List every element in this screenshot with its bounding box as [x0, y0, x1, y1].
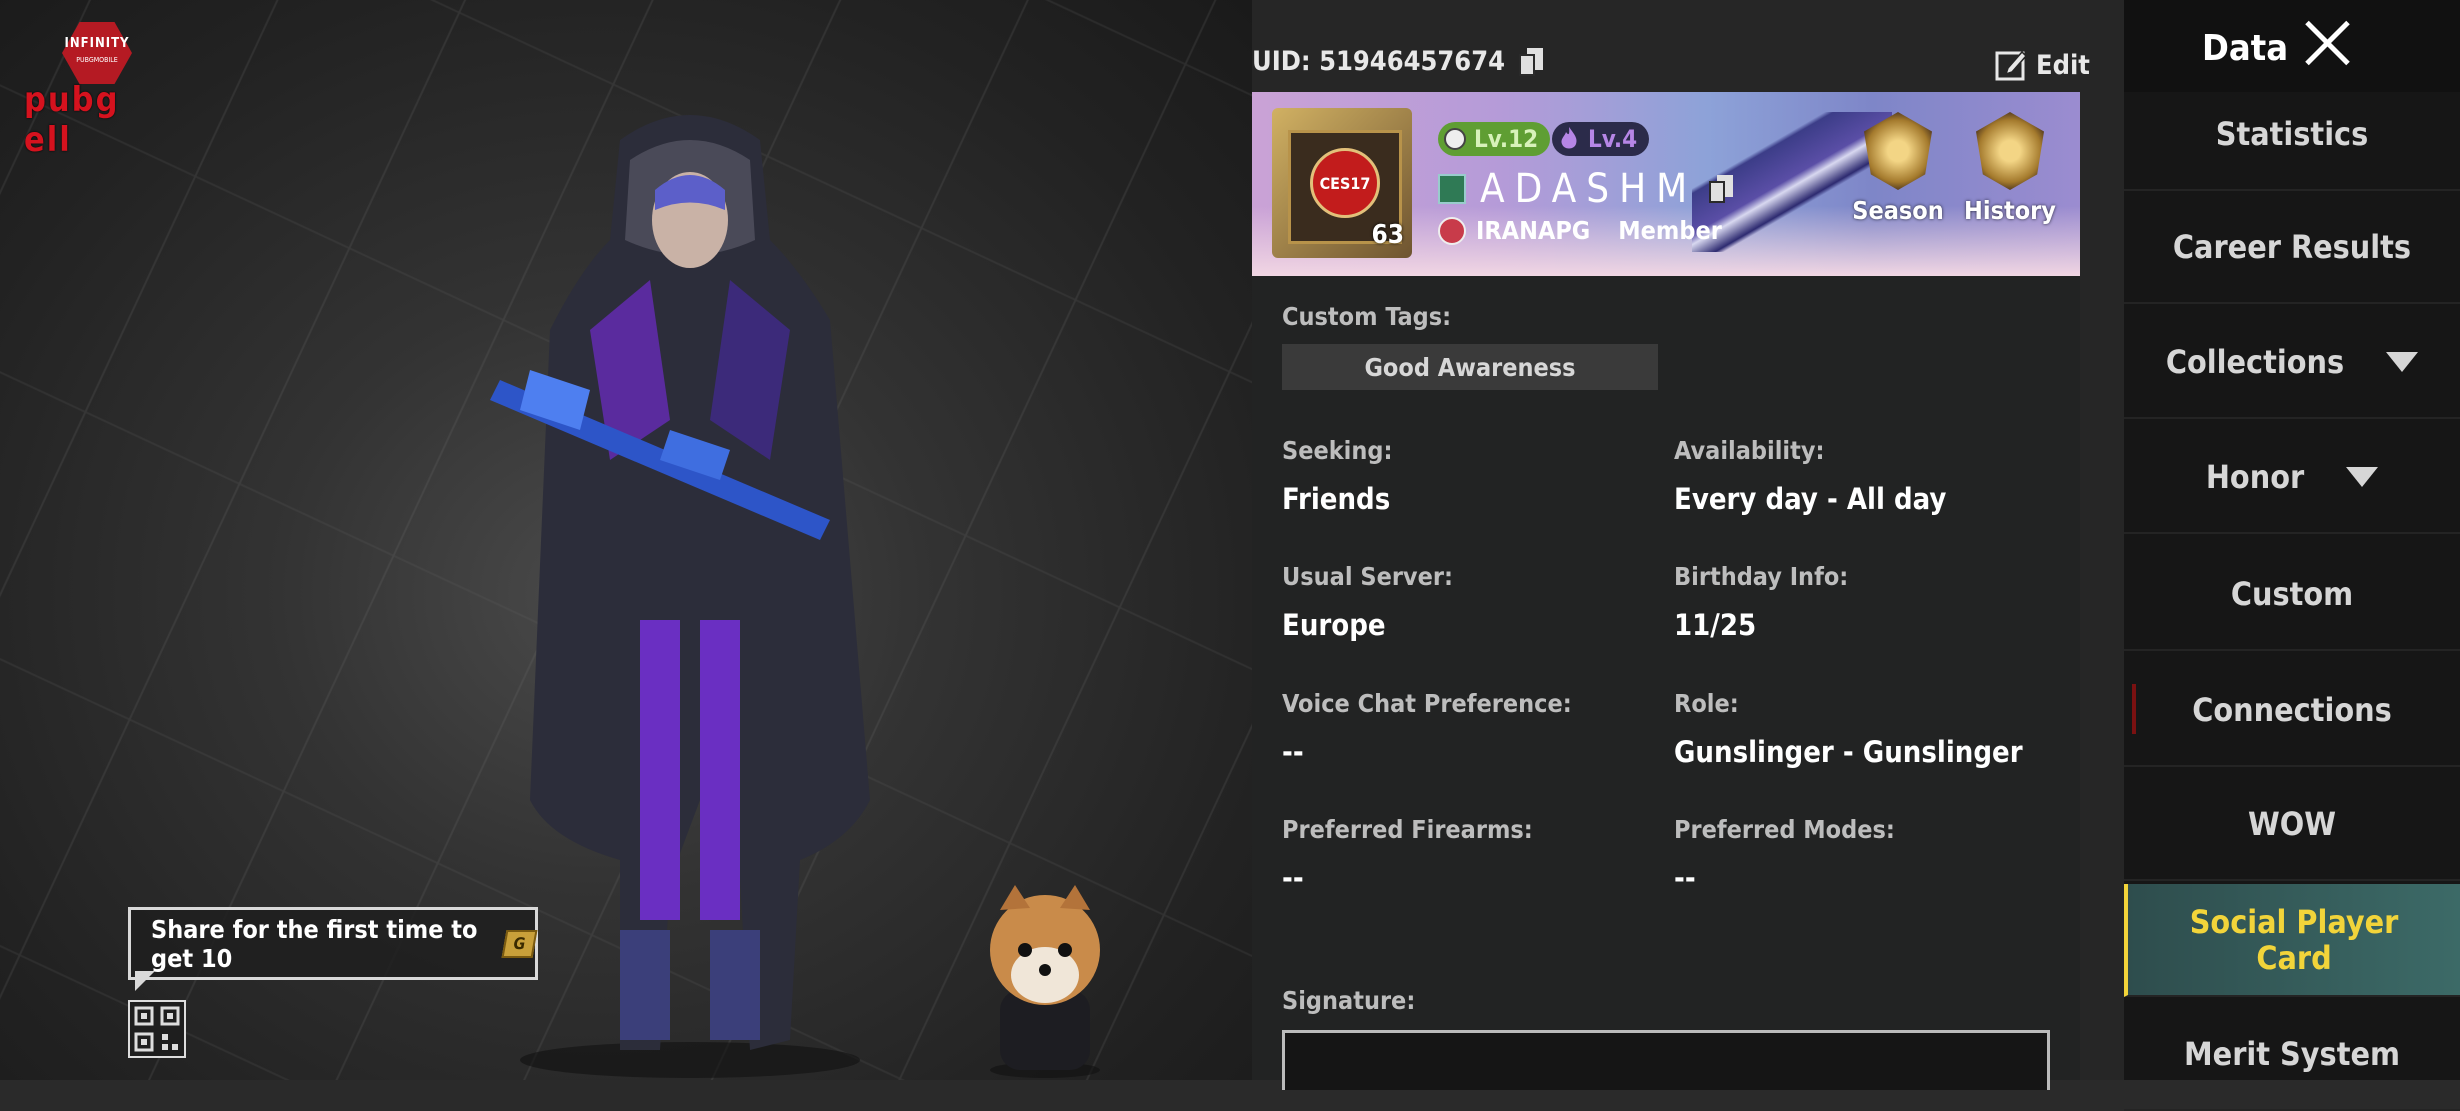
- chevron-down-icon: [2386, 351, 2419, 372]
- menu-item-career-results[interactable]: Career Results: [2124, 191, 2460, 304]
- history-medal-icon: [1976, 112, 2044, 190]
- avatar-frame[interactable]: CES17 63: [1272, 108, 1412, 258]
- voice-chat-label: Voice Chat Preference:: [1282, 689, 1572, 718]
- clan-icon: [1438, 216, 1466, 245]
- seeking-label: Seeking:: [1282, 436, 1393, 465]
- player-name: ADASHM: [1480, 166, 1698, 212]
- server-value: Europe: [1282, 608, 1386, 642]
- role-label: Role:: [1674, 689, 1739, 718]
- uid-text: UID: 51946457674: [1252, 46, 1506, 77]
- clan-role: Member: [1618, 216, 1722, 245]
- signature-field[interactable]: [1282, 1030, 2050, 1090]
- panel-gutter: [2080, 92, 2124, 1080]
- qr-code-icon[interactable]: [128, 1000, 186, 1058]
- custom-tag: Good Awareness: [1282, 344, 1658, 390]
- seeking-value: Friends: [1282, 482, 1391, 516]
- menu-item-connections[interactable]: Connections: [2124, 654, 2460, 767]
- player-rank-icon: [1438, 174, 1466, 204]
- menu-item-merit-system[interactable]: Merit System: [2124, 998, 2460, 1111]
- role-value: Gunslinger - Gunslinger: [1674, 735, 2023, 769]
- character-scene: INFINITY PUBGMOBILE pubg ell Share for t…: [0, 0, 1252, 1080]
- season-button[interactable]: Season: [1848, 112, 1948, 225]
- edit-label: Edit: [2036, 49, 2090, 81]
- menu-item-social-player-card[interactable]: Social Player Card: [2124, 884, 2460, 997]
- share-reward-text: Share for the first time to get 10: [151, 914, 478, 973]
- copy-icon[interactable]: [1519, 47, 1544, 76]
- edit-button[interactable]: Edit: [1994, 48, 2090, 82]
- frame-level: 63: [1371, 220, 1404, 250]
- menu-title: Data: [2202, 28, 2289, 69]
- chevron-down-icon: [2346, 466, 2379, 487]
- signature-label: Signature:: [1282, 986, 1416, 1015]
- menu-item-honor[interactable]: Honor: [2124, 421, 2460, 534]
- voice-chat-value: --: [1282, 735, 1304, 769]
- modes-label: Preferred Modes:: [1674, 815, 1895, 844]
- profile-banner: CES17 63 Lv.12 Lv.4 ADASHM IRANAPG Membe…: [1252, 92, 2080, 276]
- menu-item-wow[interactable]: WOW: [2124, 768, 2460, 881]
- server-label: Usual Server:: [1282, 562, 1453, 591]
- firearms-label: Preferred Firearms:: [1282, 815, 1533, 844]
- profile-panel: CES17 63 Lv.12 Lv.4 ADASHM IRANAPG Membe…: [1252, 92, 2080, 1090]
- modes-value: --: [1674, 861, 1696, 895]
- share-reward-tooltip[interactable]: Share for the first time to get 10 G: [128, 907, 538, 991]
- season-medal-icon: [1864, 112, 1932, 190]
- copy-name-icon[interactable]: [1709, 175, 1734, 203]
- uid-row: UID: 51946457674: [1252, 46, 1544, 77]
- availability-label: Availability:: [1674, 436, 1825, 465]
- menu-item-statistics[interactable]: Statistics: [2124, 78, 2460, 191]
- clan-name: IRANAPG: [1476, 216, 1591, 245]
- close-icon[interactable]: [2302, 18, 2352, 68]
- coin-icon: G: [501, 929, 538, 958]
- menu-item-custom[interactable]: Custom: [2124, 538, 2460, 651]
- frame-emblem: CES17: [1310, 148, 1380, 218]
- flame-icon: [1561, 127, 1577, 149]
- clan-row[interactable]: IRANAPG Member: [1438, 216, 1722, 245]
- birthday-value: 11/25: [1674, 608, 1757, 642]
- menu-item-collections[interactable]: Collections: [2124, 306, 2460, 419]
- firearms-value: --: [1282, 861, 1304, 895]
- player-name-row: ADASHM: [1438, 166, 1734, 212]
- tier-badge: Lv.4: [1552, 122, 1650, 156]
- custom-tags-label: Custom Tags:: [1282, 302, 1452, 331]
- availability-value: Every day - All day: [1674, 482, 1947, 516]
- history-button[interactable]: History: [1960, 112, 2060, 225]
- pet-dog: [990, 885, 1100, 1078]
- level-icon: [1444, 128, 1466, 150]
- birthday-label: Birthday Info:: [1674, 562, 1849, 591]
- edit-icon: [1995, 50, 2028, 81]
- level-badge: Lv.12: [1438, 122, 1551, 156]
- watermark-logo: INFINITY PUBGMOBILE pubg ell: [22, 22, 172, 160]
